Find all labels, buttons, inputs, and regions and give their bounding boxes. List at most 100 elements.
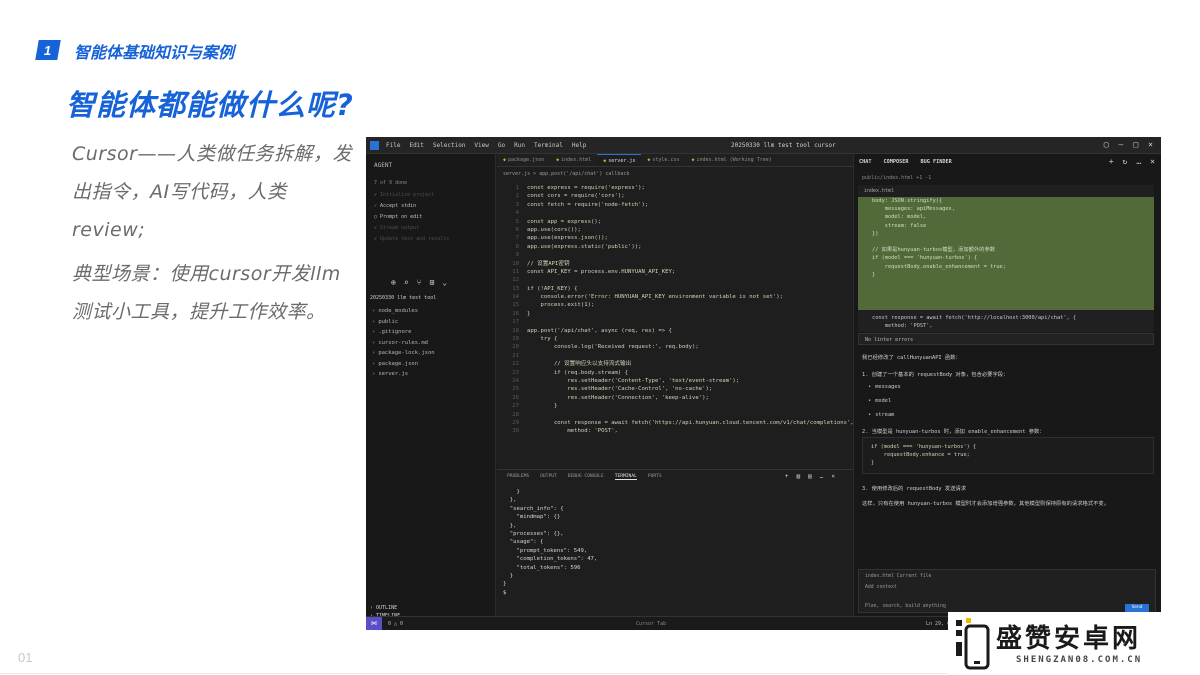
sidebar-section-0[interactable]: › OUTLINE — [370, 604, 409, 612]
diff-line-added: }) — [872, 230, 879, 237]
file-icon: › — [372, 371, 376, 377]
add-context-label[interactable]: Add context — [865, 585, 897, 590]
remote-icon[interactable]: ⋈ — [366, 617, 382, 630]
file-tree-item[interactable]: › package-lock.json — [372, 350, 435, 361]
close-chat-icon[interactable]: × — [1150, 157, 1155, 166]
editor-tab[interactable]: ◆ style.css — [641, 154, 685, 166]
line-number: 3 — [515, 201, 519, 208]
problems-count[interactable]: 0 △ 0 — [388, 621, 403, 627]
cursor-ide-screenshot: File Edit Selection View Go Run Terminal Help 2… — [366, 137, 1161, 630]
chat-tab[interactable]: CHAT — [859, 159, 872, 165]
file-tree-item[interactable]: › node_modules — [372, 308, 435, 319]
bottom-panel: PROBLEMS OUTPUT DEBUG CONSOLE TERMINAL PORTS… — [497, 469, 853, 616]
chat-input[interactable]: index.html Current file Add context Plan… — [858, 569, 1156, 613]
code-area[interactable]: 1 const express = require('express'); 2 con… — [497, 184, 860, 436]
editor-tab[interactable]: ◆ package.json — [497, 154, 550, 166]
line-number: 28 — [512, 411, 519, 418]
code-line: 19 try { — [497, 335, 853, 343]
section-number-badge: 1 — [35, 40, 61, 60]
editor-tab[interactable]: ◆ server.js — [597, 154, 642, 166]
panel-tab[interactable]: TERMINAL — [614, 474, 637, 480]
context-file-label[interactable]: index.html Current file — [865, 574, 931, 579]
code-text: res.setHeader('Cache-Control', 'no-cache… — [527, 386, 713, 393]
menu-item[interactable]: Edit — [409, 142, 423, 149]
page-number: 01 — [18, 650, 33, 665]
lint-status[interactable]: No linter errors — [858, 333, 1154, 345]
tab-label: style.css — [652, 157, 680, 163]
send-button[interactable]: Send — [1125, 604, 1149, 612]
line-number: 10 — [512, 260, 519, 267]
file-icon: › — [372, 339, 376, 346]
panel-tab[interactable]: OUTPUT — [540, 474, 557, 480]
line-number: 24 — [512, 377, 519, 384]
editor-tab[interactable]: ◆ index.html (Working Tree) — [685, 154, 777, 166]
code-line: 16} — [497, 310, 853, 318]
menu-item[interactable]: File — [386, 142, 400, 149]
menu-item[interactable]: Go — [498, 142, 505, 149]
slide-title: 智能体都能做什么呢? — [66, 88, 354, 122]
line-number: 30 — [512, 428, 519, 435]
diff-header[interactable]: index.html — [858, 185, 1154, 197]
line-number: 19 — [512, 336, 519, 343]
file-tree-item[interactable]: › .gitignore — [372, 329, 435, 340]
line-number: 9 — [515, 252, 519, 259]
chat-file-reference[interactable]: public/index.html +1 -1 — [862, 175, 931, 181]
description-scenario: 典型场景：使用cursor开发llm测试小工具，提升工作效率。 — [72, 263, 341, 323]
panel-tab[interactable]: DEBUG CONSOLE — [568, 474, 604, 480]
task-item: ✓ Initialize project — [374, 192, 435, 198]
diff-line-added: } — [872, 271, 876, 278]
cursor-tab-status[interactable]: Cursor Tab — [636, 621, 666, 627]
menu-item[interactable]: Selection — [433, 142, 466, 149]
line-number: 26 — [512, 394, 519, 401]
menu-item[interactable]: Help — [572, 142, 586, 149]
terminal-line: "completion_tokens": 47, — [503, 556, 598, 563]
file-tree-item[interactable]: › server.js — [372, 371, 435, 382]
project-root[interactable]: 20250330 llm test tool — [370, 295, 436, 301]
line-number: 11 — [512, 268, 519, 275]
code-line: 4 — [497, 209, 853, 217]
chevron-down-icon[interactable]: ⌄ — [442, 278, 447, 287]
file-name: package.json — [378, 360, 419, 367]
code-text: console.error('Error: HUNYUAN_API_KEY en… — [527, 294, 783, 301]
line-number: 8 — [515, 243, 519, 250]
code-text: res.setHeader('Content-Type', 'text/even… — [527, 377, 740, 384]
menu-item[interactable]: View — [474, 142, 488, 149]
split-icon[interactable]: ▥ — [797, 473, 801, 480]
chat-input-placeholder[interactable]: Plan, search, build anything — [865, 604, 946, 609]
task-item: ✓ Accept stdin — [374, 203, 417, 209]
code-text: method: 'POST', — [527, 428, 618, 435]
history-icon[interactable]: ↻ — [1123, 157, 1128, 166]
more-icon[interactable]: … — [820, 473, 824, 480]
chat-tab[interactable]: BUG FINDER — [921, 159, 952, 165]
trash-icon[interactable]: ▤ — [808, 473, 812, 480]
code-text: } — [527, 310, 531, 317]
menu-item[interactable]: Terminal — [534, 142, 563, 149]
new-chat-icon[interactable]: + — [1109, 157, 1114, 166]
editor-tab[interactable]: ◆ index.html — [550, 154, 597, 166]
search-icon[interactable]: ⌕ — [404, 278, 409, 287]
code-line: 26 res.setHeader('Connection', 'keep-ali… — [497, 394, 853, 402]
code-text: // 设置响应头以支持流式输出 — [527, 361, 632, 368]
more-icon[interactable]: … — [1136, 157, 1141, 166]
terminal-output[interactable]: } }, "search_info": { "mindmap": {} }, "… — [503, 488, 597, 597]
code-text: // 设置API密钥 — [527, 260, 570, 267]
code-text: app.use(cors()); — [527, 226, 581, 233]
tab-label: index.html (Working Tree) — [696, 157, 772, 163]
panel-tab[interactable]: PORTS — [648, 474, 662, 480]
file-tree-item[interactable]: › public — [372, 319, 435, 330]
chat-tab[interactable]: COMPOSER — [884, 159, 909, 165]
code-line: 2 const cors = require('cors'); — [497, 192, 853, 200]
menu-item[interactable]: Run — [514, 142, 525, 149]
source-control-icon[interactable]: ⑂ — [417, 278, 422, 287]
task-item: ○ Prompt on edit — [374, 214, 423, 220]
file-icon: › — [372, 360, 376, 367]
code-text: } — [527, 403, 558, 410]
file-tree-item[interactable]: › cursor-rules.md — [372, 340, 435, 351]
new-terminal-icon[interactable]: + — [785, 473, 789, 480]
new-file-icon[interactable]: ⊕ — [391, 278, 396, 287]
code-line: 27 } — [497, 402, 853, 410]
extensions-icon[interactable]: ⊞ — [429, 278, 434, 287]
panel-tab[interactable]: PROBLEMS — [507, 474, 529, 480]
file-tree-item[interactable]: › package.json — [372, 361, 435, 372]
close-panel-icon[interactable]: × — [831, 473, 835, 480]
